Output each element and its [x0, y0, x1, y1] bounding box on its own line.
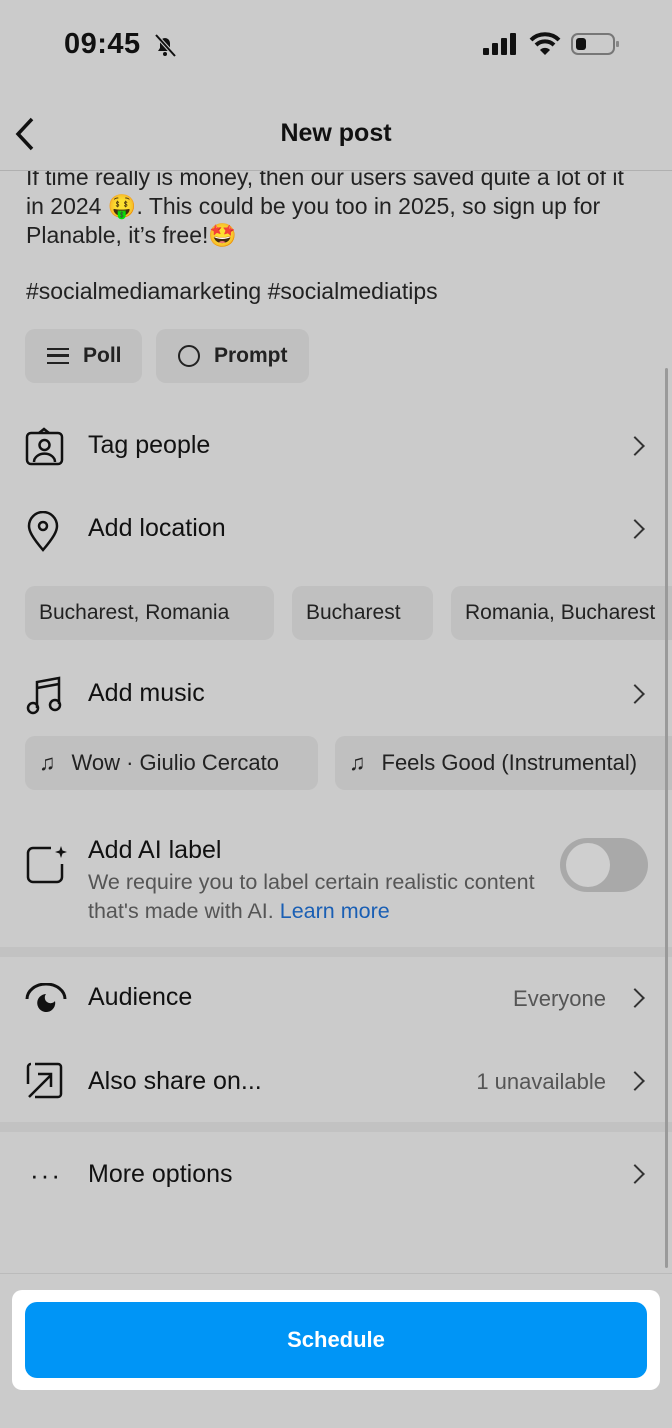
music-chip-label: Wow · Giulio Cercato — [71, 750, 279, 775]
caption-text[interactable]: If time really is money, then our users … — [26, 163, 646, 250]
tag-person-icon — [25, 427, 64, 466]
bell-slash-icon — [154, 33, 177, 58]
poll-label: Poll — [83, 344, 122, 367]
audience-label: Audience — [88, 983, 193, 1011]
toggle-knob — [566, 843, 610, 887]
also-share-value: 1 unavailable — [476, 1069, 606, 1094]
prompt-button[interactable]: Prompt — [156, 329, 309, 383]
ai-label-title: Add AI label — [88, 836, 222, 864]
speech-bubble-icon — [178, 345, 200, 367]
audience-value: Everyone — [513, 986, 606, 1011]
music-chip[interactable]: ♫ Wow · Giulio Cercato — [25, 736, 318, 790]
location-chip[interactable]: Romania, Bucharest — [451, 586, 672, 640]
header-divider-line — [0, 170, 672, 171]
chevron-right-icon — [625, 1164, 645, 1184]
audience-eye-icon — [25, 983, 67, 1012]
more-options-label: More options — [88, 1160, 233, 1188]
section-divider — [0, 947, 672, 957]
location-chip[interactable]: Bucharest — [292, 586, 433, 640]
music-note-icon: ♫ — [39, 750, 56, 775]
poll-button[interactable]: Poll — [25, 329, 142, 383]
music-chip-label: Feels Good (Instrumental) — [381, 750, 638, 775]
hashtags: #socialmediamarketing #socialmediatips — [26, 278, 438, 304]
chevron-right-icon — [625, 988, 645, 1008]
chevron-right-icon — [625, 436, 645, 456]
music-note-icon — [26, 676, 62, 715]
music-note-icon: ♫ — [349, 750, 366, 775]
prompt-label: Prompt — [214, 344, 288, 367]
scrollbar[interactable] — [665, 368, 668, 1268]
chevron-right-icon — [625, 519, 645, 539]
status-time: 09:45 — [64, 28, 141, 60]
share-arrow-icon — [26, 1062, 63, 1099]
wifi-icon — [529, 32, 561, 55]
add-music-label: Add music — [88, 679, 205, 707]
location-pin-icon — [27, 511, 59, 552]
battery-icon — [571, 33, 619, 55]
more-dots-icon: ··· — [30, 1160, 62, 1190]
list-icon — [47, 348, 69, 364]
ai-label-icon — [26, 846, 67, 884]
section-divider — [0, 1122, 672, 1132]
music-chip[interactable]: ♫ Feels Good (Instrumental) — [335, 736, 672, 790]
signal-icon — [483, 33, 516, 55]
page-title-text: New post — [280, 119, 392, 147]
schedule-button[interactable]: Schedule — [25, 1302, 647, 1378]
also-share-label: Also share on... — [88, 1067, 262, 1095]
chevron-right-icon — [625, 1071, 645, 1091]
learn-more-link[interactable]: Learn more — [280, 899, 390, 923]
location-chip[interactable]: Bucharest, Romania — [25, 586, 274, 640]
chevron-right-icon — [625, 684, 645, 704]
add-location-label: Add location — [88, 514, 226, 542]
ai-label-description: We require you to label certain realisti… — [88, 868, 548, 926]
footer-divider — [0, 1273, 672, 1274]
tag-people-label: Tag people — [88, 431, 211, 459]
